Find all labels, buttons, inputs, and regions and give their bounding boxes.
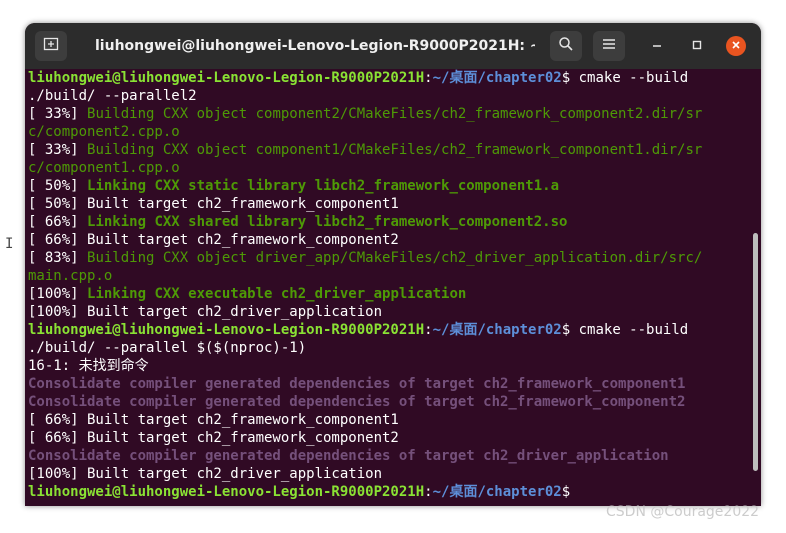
terminal-text-segment: Building CXX object driver_app/CMakeFile… — [87, 250, 703, 266]
terminal-line: [100%] Built target ch2_driver_applicati… — [25, 303, 761, 321]
terminal-text-segment: $ cmake --build — [561, 70, 689, 86]
terminal-text-segment: [ 33%] — [28, 142, 88, 158]
terminal-text-segment: [ 66%] Built target ch2_framework_compon… — [28, 430, 399, 446]
terminal-text-segment: Consolidate compiler generated dependenc… — [28, 394, 686, 410]
terminal-text-segment: : — [424, 322, 433, 338]
terminal-text-segment: [ 33%] — [28, 106, 88, 122]
terminal-line: [ 33%] Building CXX object component1/CM… — [25, 141, 761, 159]
terminal-line: [100%] Linking CXX executable ch2_driver… — [25, 285, 761, 303]
terminal-line: liuhongwei@liuhongwei-Lenovo-Legion-R900… — [25, 69, 761, 87]
terminal-text-segment: liuhongwei@liuhongwei-Lenovo-Legion-R900… — [28, 70, 425, 86]
terminal-text-segment: Building CXX object component1/CMakeFile… — [87, 142, 703, 158]
terminal-window: liuhongwei@liuhongwei-Lenovo-Legion-R900… — [25, 23, 761, 506]
terminal-text-segment: ~/桌面/chapter02 — [432, 70, 562, 86]
terminal-line: [ 66%] Built target ch2_framework_compon… — [25, 231, 761, 249]
minimize-icon — [652, 39, 662, 54]
terminal-text-segment: c/component2.cpp.o — [28, 124, 180, 140]
close-icon — [731, 39, 741, 53]
new-tab-button[interactable] — [35, 31, 67, 61]
terminal-text-segment: [ 50%] Built target ch2_framework_compon… — [28, 196, 399, 212]
terminal-text-segment: [ 83%] — [28, 250, 88, 266]
terminal-text-segment: $ cmake --build — [561, 322, 689, 338]
terminal-output[interactable]: liuhongwei@liuhongwei-Lenovo-Legion-R900… — [25, 69, 761, 506]
terminal-line: [ 66%] Linking CXX shared library libch2… — [25, 213, 761, 231]
hamburger-menu-icon — [602, 38, 616, 54]
watermark: CSDN @Courage2022 — [606, 504, 760, 520]
scrollbar[interactable] — [753, 233, 758, 471]
terminal-line: main.cpp.o — [25, 267, 761, 285]
terminal-text-segment: liuhongwei@liuhongwei-Lenovo-Legion-R900… — [28, 322, 425, 338]
title-bar[interactable]: liuhongwei@liuhongwei-Lenovo-Legion-R900… — [25, 23, 761, 69]
terminal-text-segment: $ — [561, 484, 579, 500]
window-title: liuhongwei@liuhongwei-Lenovo-Legion-R900… — [95, 38, 535, 54]
terminal-text-segment: main.cpp.o — [28, 268, 113, 284]
maximize-button[interactable] — [687, 36, 707, 56]
search-button[interactable] — [550, 31, 582, 61]
terminal-text-segment: [ 50%] — [28, 178, 88, 194]
terminal-line: [100%] Built target ch2_driver_applicati… — [25, 465, 761, 483]
terminal-line: liuhongwei@liuhongwei-Lenovo-Legion-R900… — [25, 321, 761, 339]
terminal-line: 16-1: 未找到命令 — [25, 357, 761, 375]
terminal-line: c/component2.cpp.o — [25, 123, 761, 141]
minimize-button[interactable] — [647, 36, 667, 56]
terminal-text-segment: Linking CXX shared library libch2_framew… — [87, 214, 568, 230]
terminal-text-segment: [ 66%] — [28, 214, 88, 230]
terminal-line: Consolidate compiler generated dependenc… — [25, 375, 761, 393]
terminal-text-segment: Consolidate compiler generated dependenc… — [28, 376, 686, 392]
terminal-text-segment: : — [424, 484, 433, 500]
terminal-text-segment: ./build/ --parallel $($(nproc)-1) — [28, 340, 307, 356]
terminal-text-segment: Consolidate compiler generated dependenc… — [28, 448, 669, 464]
terminal-line: Consolidate compiler generated dependenc… — [25, 393, 761, 411]
terminal-line: ./build/ --parallel2 — [25, 87, 761, 105]
terminal-text-segment: c/component1.cpp.o — [28, 160, 180, 176]
menu-button[interactable] — [593, 31, 625, 61]
terminal-text-segment: Linking CXX static library libch2_framew… — [87, 178, 560, 194]
text-cursor-icon: I — [5, 236, 14, 252]
terminal-line: [ 50%] Built target ch2_framework_compon… — [25, 195, 761, 213]
terminal-text-segment: 16-1: 未找到命令 — [28, 358, 149, 374]
search-icon — [558, 36, 574, 56]
terminal-line: [ 66%] Built target ch2_framework_compon… — [25, 411, 761, 429]
terminal-text-segment: [100%] Built target ch2_driver_applicati… — [28, 304, 383, 320]
terminal-line: [ 33%] Building CXX object component2/CM… — [25, 105, 761, 123]
terminal-text-segment: liuhongwei@liuhongwei-Lenovo-Legion-R900… — [28, 484, 425, 500]
terminal-text-segment: Building CXX object component2/CMakeFile… — [87, 106, 703, 122]
terminal-text-segment: ~/桌面/chapter02 — [432, 484, 562, 500]
terminal-text-segment: [ 66%] Built target ch2_framework_compon… — [28, 412, 399, 428]
terminal-text-segment: [100%] Built target ch2_driver_applicati… — [28, 466, 383, 482]
terminal-line: [ 66%] Built target ch2_framework_compon… — [25, 429, 761, 447]
terminal-text-segment: Linking CXX executable ch2_driver_applic… — [87, 286, 467, 302]
terminal-line: ./build/ --parallel $($(nproc)-1) — [25, 339, 761, 357]
terminal-text-segment: [100%] — [28, 286, 88, 302]
terminal-line: liuhongwei@liuhongwei-Lenovo-Legion-R900… — [25, 483, 761, 501]
new-tab-icon — [43, 36, 59, 56]
terminal-text-segment: [ 66%] Built target ch2_framework_compon… — [28, 232, 399, 248]
terminal-text-segment: ~/桌面/chapter02 — [432, 322, 562, 338]
maximize-icon — [692, 39, 702, 54]
terminal-text-segment: : — [424, 70, 433, 86]
close-button[interactable] — [726, 36, 746, 56]
terminal-line: [ 83%] Building CXX object driver_app/CM… — [25, 249, 761, 267]
terminal-line: Consolidate compiler generated dependenc… — [25, 447, 761, 465]
terminal-text-segment: ./build/ --parallel2 — [28, 88, 197, 104]
terminal-line: [ 50%] Linking CXX static library libch2… — [25, 177, 761, 195]
terminal-line: c/component1.cpp.o — [25, 159, 761, 177]
